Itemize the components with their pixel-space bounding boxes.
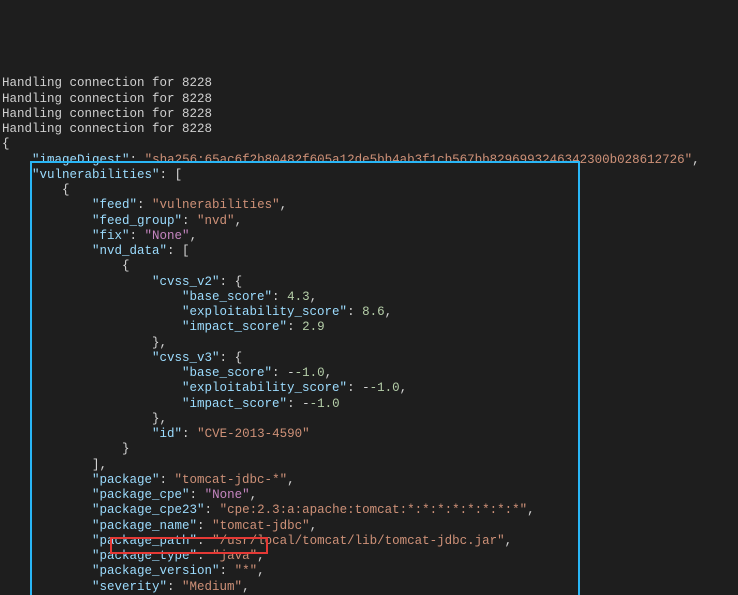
json-line: ], (2, 458, 107, 472)
json-line: "cvss_v3": { (2, 351, 242, 365)
json-line: "feed_group": "nvd", (2, 214, 242, 228)
json-line: "vulnerabilities": [ (2, 168, 182, 182)
json-line: "package_version": "*", (2, 564, 265, 578)
terminal-output: Handling connection for 8228 Handling co… (0, 61, 738, 595)
json-line: "severity": "Medium", (2, 580, 250, 594)
json-line: { (2, 183, 70, 197)
json-line: "feed": "vulnerabilities", (2, 198, 287, 212)
json-line: "impact_score": --1.0 (2, 397, 340, 411)
json-line: { (2, 137, 10, 151)
json-line: "cvss_v2": { (2, 275, 242, 289)
json-line: "package_path": "/usr/local/tomcat/lib/t… (2, 534, 512, 548)
json-line: "imageDigest": "sha256:65ac6f2b80482f605… (2, 153, 700, 167)
log-line: Handling connection for 8228 (2, 107, 212, 121)
json-line: "impact_score": 2.9 (2, 320, 325, 334)
json-line: "package_cpe23": "cpe:2.3:a:apache:tomca… (2, 503, 535, 517)
json-line: }, (2, 412, 167, 426)
json-line: "package_name": "tomcat-jdbc", (2, 519, 317, 533)
json-line: "base_score": --1.0, (2, 366, 332, 380)
json-line: }, (2, 336, 167, 350)
json-line: "id": "CVE-2013-4590" (2, 427, 310, 441)
json-line: "base_score": 4.3, (2, 290, 317, 304)
json-line: "nvd_data": [ (2, 244, 190, 258)
log-line: Handling connection for 8228 (2, 92, 212, 106)
json-line: "package_cpe": "None", (2, 488, 257, 502)
log-line: Handling connection for 8228 (2, 76, 212, 90)
json-line: { (2, 259, 130, 273)
json-line: "exploitability_score": 8.6, (2, 305, 392, 319)
json-line: "fix": "None", (2, 229, 197, 243)
json-line: "package": "tomcat-jdbc-*", (2, 473, 295, 487)
json-line-highlighted: "package_type": "java", (2, 549, 265, 563)
log-line: Handling connection for 8228 (2, 122, 212, 136)
json-line: "exploitability_score": --1.0, (2, 381, 407, 395)
json-line: } (2, 442, 130, 456)
